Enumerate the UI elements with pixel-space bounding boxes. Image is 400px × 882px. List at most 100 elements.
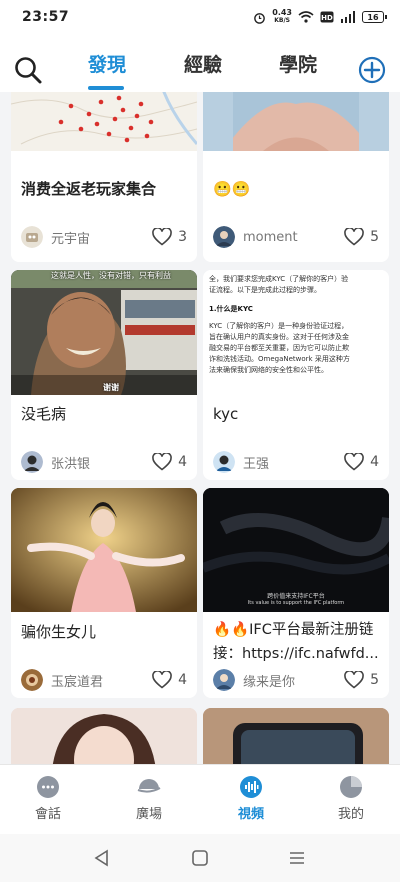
card-title: 没毛病 (21, 405, 67, 423)
feed-card[interactable]: 消费全返老玩家集合 元宇宙 3 (11, 92, 197, 262)
avatar[interactable] (21, 451, 43, 473)
active-tab-indicator (88, 86, 124, 90)
card-author[interactable]: 王强 (243, 453, 344, 472)
card-author[interactable]: moment (243, 230, 344, 245)
card-thumbnail (11, 92, 197, 151)
card-author-row: 王强 4 (213, 450, 379, 474)
card-author[interactable]: 元宇宙 (51, 228, 152, 247)
feed-card[interactable]: 跨价值来支持IFC平台 Its value is to support the … (203, 488, 389, 698)
avatar[interactable] (213, 669, 235, 691)
battery-icon: 16 (362, 11, 387, 23)
doc-line: 全，我们要求您完成KYC（了解你的客户）验 (209, 275, 349, 283)
card-thumbnail (11, 708, 197, 764)
doc-line: 法来确保我们网络的安全性和公平性。 (209, 366, 328, 374)
like-button[interactable]: 4 (152, 453, 187, 471)
card-thumbnail: 这就是人性，没有对错，只有利益 谢谢 (11, 270, 197, 395)
net-speed-value: 0.43 (272, 8, 292, 17)
heart-icon (344, 671, 364, 689)
like-button[interactable]: 4 (152, 671, 187, 689)
nav-me-label: 我的 (337, 807, 364, 822)
card-author-row: 张洪银 4 (21, 450, 187, 474)
like-count: 4 (178, 454, 187, 470)
tab-experience[interactable]: 經驗 (184, 50, 222, 77)
doc-heading: 1.什么是KYC (209, 305, 253, 313)
nav-video-label: 視頻 (237, 807, 264, 822)
net-speed-unit: KB/S (274, 17, 290, 24)
feed-card[interactable]: 全，我们要求您完成KYC（了解你的客户）验 证流程。以下是完成此过程的步骤。 1… (203, 270, 389, 480)
card-thumbnail (11, 488, 197, 612)
card-author-row: 玉宸道君 4 (21, 668, 187, 692)
nav-square[interactable]: 廣場 (119, 775, 179, 822)
nav-square-label: 廣場 (135, 807, 162, 822)
pie-chart-icon (340, 776, 362, 798)
card-title: 🔥🔥IFC平台最新注册链接：https://ifc.nafwfd... (213, 622, 379, 662)
net-speed: 0.43 KB/S (272, 9, 292, 25)
status-time: 23:57 (22, 9, 70, 25)
heart-icon (152, 228, 172, 246)
nav-me[interactable]: 我的 (321, 775, 381, 822)
feed-card[interactable]: 😬😬 moment 5 (203, 92, 389, 262)
signal-icon (341, 11, 355, 23)
video-caption-top: 这就是人性，没有对错，只有利益 (51, 271, 171, 280)
tab-discover[interactable]: 發現 (88, 50, 126, 77)
card-thumbnail (203, 708, 389, 764)
portrait-image (203, 92, 389, 151)
doc-line: 融交易的平台都至关重要，因为它可以防止欺 (209, 344, 349, 352)
nav-video[interactable]: 視頻 (221, 775, 281, 822)
heart-icon (152, 453, 172, 471)
girl-image (11, 708, 197, 764)
card-author-row: moment 5 (213, 225, 379, 249)
feed-card[interactable]: 这就是人性，没有对错，只有利益 谢谢 没毛病 张洪银 4 (11, 270, 197, 480)
status-bar: 23:57 0.43 KB/S HD 16 (0, 0, 400, 34)
feed-card[interactable] (11, 708, 197, 764)
avatar[interactable] (21, 669, 43, 691)
avatar[interactable] (213, 451, 235, 473)
avatar[interactable] (21, 226, 43, 248)
card-author-row: 缘来是你 5 (213, 668, 379, 692)
nav-chat[interactable]: 會話 (18, 775, 78, 822)
like-count: 3 (178, 229, 187, 245)
search-icon[interactable] (12, 54, 44, 86)
heart-icon (344, 453, 364, 471)
bottom-navigation: 會話 廣場 視頻 我的 (0, 764, 400, 834)
svg-text:HD: HD (321, 14, 333, 22)
system-navigation-bar (0, 834, 400, 882)
like-count: 4 (178, 672, 187, 688)
like-count: 4 (370, 454, 379, 470)
card-title: 消费全返老玩家集合 (21, 180, 157, 198)
add-icon[interactable] (358, 56, 386, 84)
video-caption-bottom: 谢谢 (103, 383, 119, 392)
like-count: 5 (370, 672, 379, 688)
like-button[interactable]: 5 (344, 228, 379, 246)
doc-line: 旨在确认用户的真实身份。这对于任何涉及金 (209, 333, 349, 341)
like-button[interactable]: 3 (152, 228, 187, 246)
card-author[interactable]: 缘来是你 (243, 671, 344, 690)
card-title: kyc (213, 405, 239, 423)
card-author[interactable]: 张洪银 (51, 453, 152, 472)
card-title: 😬😬 (213, 180, 251, 198)
menu-icon[interactable] (287, 848, 307, 868)
feed-card[interactable]: 骗你生女儿 玉宸道君 4 (11, 488, 197, 698)
feed-card[interactable] (203, 708, 389, 764)
video-subtitle-cn: 跨价值来支持IFC平台 (267, 593, 325, 600)
like-button[interactable]: 4 (344, 453, 379, 471)
dancer-image (11, 488, 197, 612)
doc-line: 证流程。以下是完成此过程的步骤。 (209, 286, 321, 294)
planet-icon (137, 779, 161, 793)
chat-bubble-icon (37, 776, 59, 798)
avatar[interactable] (213, 226, 235, 248)
card-title: 骗你生女儿 (21, 623, 97, 641)
nav-chat-label: 會話 (34, 807, 61, 822)
wifi-icon (298, 11, 314, 23)
video-subtitle-en: Its value is to support the IFC platform (247, 600, 345, 606)
card-author-row: 元宇宙 3 (21, 225, 187, 249)
like-button[interactable]: 5 (344, 671, 379, 689)
tab-academy[interactable]: 學院 (279, 50, 317, 77)
card-author[interactable]: 玉宸道君 (51, 671, 152, 690)
top-navigation: 發現 經驗 學院 (0, 34, 400, 92)
back-icon[interactable] (92, 848, 112, 868)
doc-line: 诈和洗钱活动。OmegaNetwork 采用这种方 (209, 355, 350, 363)
doc-line: KYC（了解你的客户）是一种身份验证过程， (209, 322, 349, 330)
heart-icon (152, 671, 172, 689)
home-icon[interactable] (190, 848, 210, 868)
